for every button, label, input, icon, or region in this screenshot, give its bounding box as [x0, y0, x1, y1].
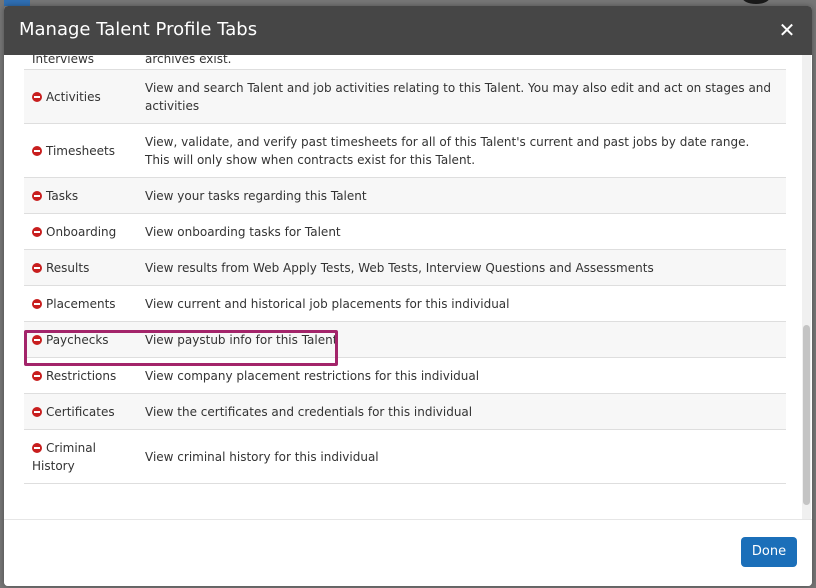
tab-name: Results — [46, 261, 90, 275]
remove-circle-icon[interactable] — [32, 335, 42, 345]
close-icon[interactable]: ✕ — [775, 18, 799, 42]
modal-header: Manage Talent Profile Tabs ✕ — [4, 6, 812, 55]
remove-circle-icon[interactable] — [32, 227, 42, 237]
tab-description: View onboarding tasks for Talent — [145, 225, 341, 239]
tab-name-cell: Paychecks — [32, 331, 142, 349]
table-row: Paychecks View paystub info for this Tal… — [24, 322, 786, 358]
tab-description: View, validate, and verify past timeshee… — [145, 135, 750, 167]
tab-name-cell: Timesheets — [32, 142, 142, 160]
table-row: Activities View and search Talent and jo… — [24, 70, 786, 124]
remove-circle-icon[interactable] — [32, 146, 42, 156]
done-button[interactable]: Done — [741, 537, 797, 567]
remove-circle-icon[interactable] — [32, 263, 42, 273]
tab-description: View and search Talent and job activitie… — [145, 81, 772, 113]
tab-name-cell: Activities — [32, 88, 142, 106]
tab-description: View paystub info for this Talent — [145, 333, 338, 347]
table-row: Placements View current and historical j… — [24, 286, 786, 322]
remove-circle-icon[interactable] — [32, 371, 42, 381]
table-row: Interviews archives exist. — [24, 55, 786, 70]
remove-circle-icon[interactable] — [32, 407, 42, 417]
tab-name-cell: Tasks — [32, 187, 142, 205]
tab-name-cell: Results — [32, 259, 142, 277]
tabs-table: Interviews archives exist. Activities Vi… — [24, 55, 786, 484]
modal-footer: Done — [4, 519, 812, 586]
tab-name-cell: Interviews — [32, 55, 142, 68]
tab-description: View company placement restrictions for … — [145, 369, 480, 383]
table-row: Certificates View the certificates and c… — [24, 394, 786, 430]
remove-circle-icon[interactable] — [32, 191, 42, 201]
tab-name: Placements — [46, 297, 116, 311]
tab-description: View the certificates and credentials fo… — [145, 405, 473, 419]
table-row: Restrictions View company placement rest… — [24, 358, 786, 394]
tab-name-cell: Certificates — [32, 403, 142, 421]
table-row: Tasks View your tasks regarding this Tal… — [24, 178, 786, 214]
tab-name: Onboarding — [46, 225, 117, 239]
tab-description: View results from Web Apply Tests, Web T… — [145, 261, 654, 275]
tab-name: Restrictions — [46, 369, 117, 383]
table-row: Results View results from Web Apply Test… — [24, 250, 786, 286]
background-avatar — [742, 0, 770, 4]
table-row: Timesheets View, validate, and verify pa… — [24, 124, 786, 178]
tab-name: Timesheets — [46, 144, 115, 158]
scrollbar-thumb[interactable] — [803, 325, 810, 505]
tab-description: View your tasks regarding this Talent — [145, 189, 367, 203]
tab-description: View criminal history for this individua… — [145, 450, 379, 464]
manage-tabs-modal: Manage Talent Profile Tabs ✕ Interviews … — [4, 6, 812, 586]
modal-title: Manage Talent Profile Tabs — [19, 19, 258, 40]
tab-name: Interviews — [32, 55, 95, 66]
tab-name: Activities — [46, 90, 101, 104]
tab-name: Tasks — [46, 189, 79, 203]
remove-circle-icon[interactable] — [32, 443, 42, 453]
table-row: Onboarding View onboarding tasks for Tal… — [24, 214, 786, 250]
remove-circle-icon[interactable] — [32, 299, 42, 309]
tab-name-cell: Onboarding — [32, 223, 142, 241]
tab-description: View current and historical job placemen… — [145, 297, 510, 311]
table-row: Criminal History View criminal history f… — [24, 430, 786, 484]
tab-name-cell: Placements — [32, 295, 142, 313]
tab-description: archives exist. — [145, 55, 232, 66]
tab-name-cell: Criminal History — [32, 439, 128, 475]
scrollbar[interactable] — [802, 55, 811, 519]
tab-name: Certificates — [46, 405, 115, 419]
tab-name: Paychecks — [46, 333, 109, 347]
remove-circle-icon[interactable] — [32, 92, 42, 102]
tab-name-cell: Restrictions — [32, 367, 142, 385]
modal-body: Interviews archives exist. Activities Vi… — [4, 55, 812, 519]
